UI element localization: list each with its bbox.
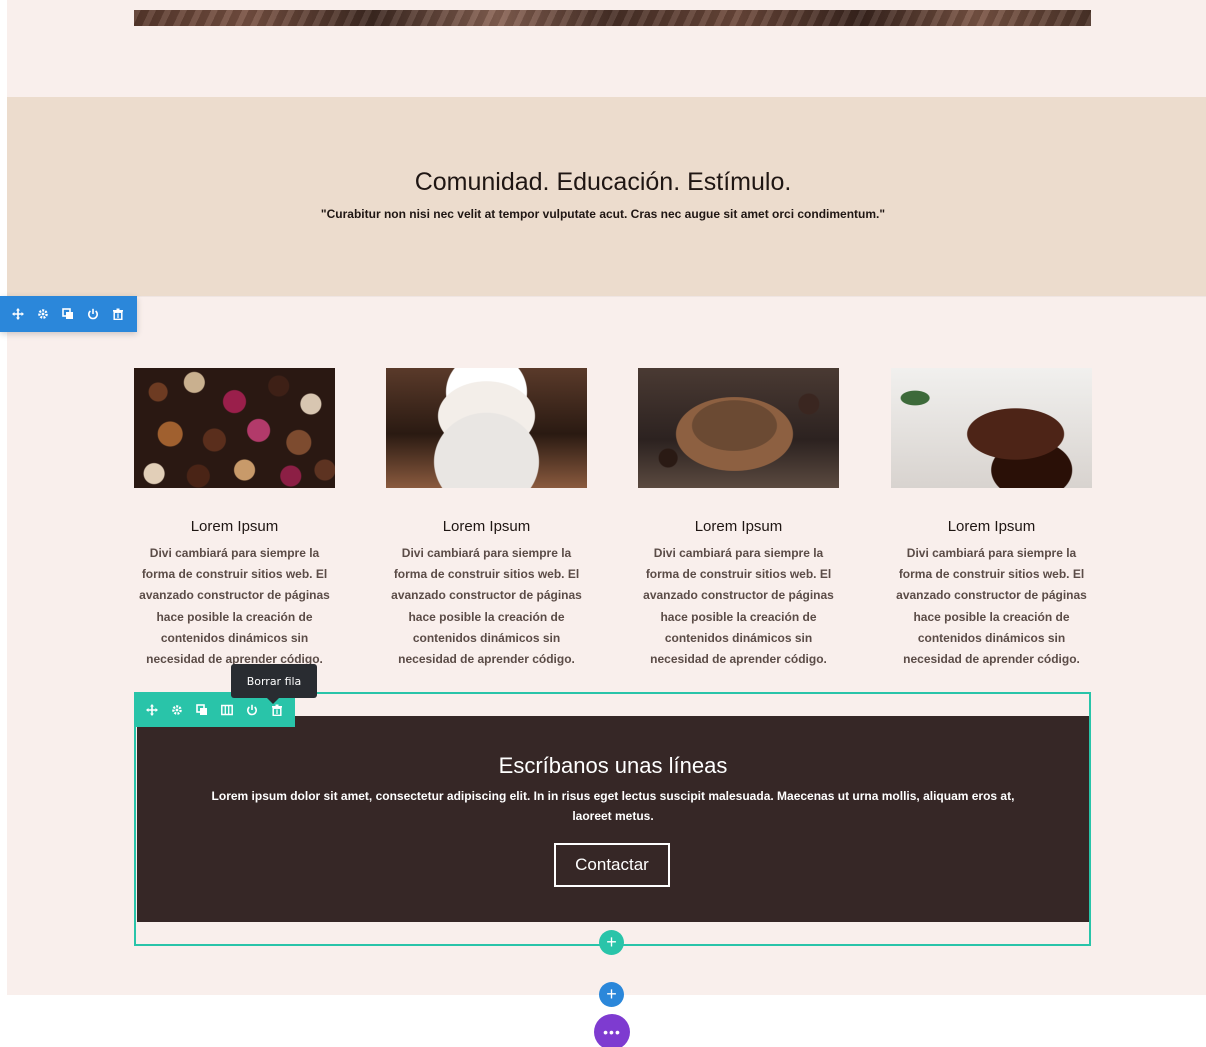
feature-card: Lorem Ipsum Divi cambiará para siempre l… — [638, 368, 839, 666]
card-title: Lorem Ipsum — [442, 518, 531, 535]
contact-cta-module: Escríbanos unas líneas Lorem ipsum dolor… — [137, 716, 1089, 922]
card-title: Lorem Ipsum — [694, 518, 783, 535]
settings-gear-icon[interactable] — [171, 704, 183, 716]
chocolate-banner-image — [134, 10, 1091, 26]
settings-gear-icon[interactable] — [37, 308, 49, 320]
cocoa-powder-image — [638, 368, 839, 488]
card-text: Divi cambiará para siempre la forma de c… — [896, 546, 1087, 667]
card-title: Lorem Ipsum — [190, 518, 279, 535]
columns-icon[interactable] — [221, 704, 233, 716]
move-icon[interactable] — [146, 704, 158, 716]
more-options-button[interactable]: ••• — [594, 1014, 630, 1047]
chocolates-image — [134, 368, 335, 488]
feature-card: Lorem Ipsum Divi cambiará para siempre l… — [134, 368, 335, 666]
cta-title: Escríbanos unas líneas — [498, 753, 728, 778]
chocolate-cake-image — [891, 368, 1092, 488]
hot-chocolate-cup-image — [386, 368, 587, 488]
add-row-button[interactable]: + — [599, 930, 624, 955]
card-text: Divi cambiará para siempre la forma de c… — [391, 546, 582, 667]
cta-text: Lorem ipsum dolor sit amet, consectetur … — [211, 789, 1015, 823]
card-text: Divi cambiará para siempre la forma de c… — [643, 546, 834, 667]
move-icon[interactable] — [12, 308, 24, 320]
delete-row-tooltip: Borrar fila — [231, 664, 317, 704]
card-text: Divi cambiará para siempre la forma de c… — [139, 546, 330, 667]
add-section-button[interactable]: + — [599, 982, 624, 1007]
feature-card: Lorem Ipsum Divi cambiará para siempre l… — [891, 368, 1092, 666]
trash-icon[interactable] — [112, 308, 124, 320]
card-title: Lorem Ipsum — [947, 518, 1036, 535]
power-icon[interactable] — [246, 704, 258, 716]
section-toolbar — [0, 296, 137, 332]
duplicate-icon[interactable] — [196, 704, 208, 716]
trash-icon[interactable] — [271, 704, 283, 716]
hero-title: Comunidad. Educación. Estímulo. — [414, 168, 792, 196]
power-icon[interactable] — [87, 308, 99, 320]
feature-card: Lorem Ipsum Divi cambiará para siempre l… — [386, 368, 587, 666]
duplicate-icon[interactable] — [62, 308, 74, 320]
hero-quote: "Curabitur non nisi nec velit at tempor … — [320, 207, 886, 221]
contact-button[interactable]: Contactar — [554, 843, 670, 887]
